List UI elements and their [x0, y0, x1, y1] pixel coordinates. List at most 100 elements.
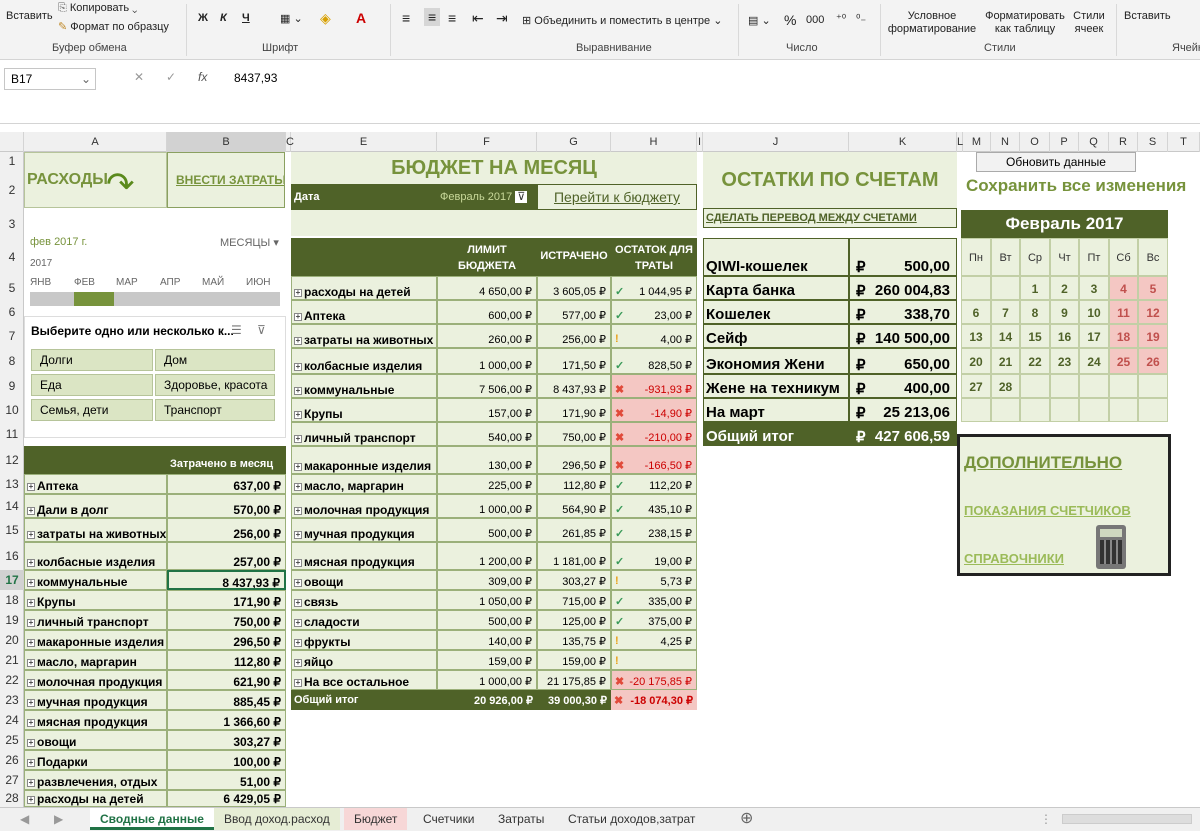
expense-row-name[interactable]: + расходы на детей [24, 790, 167, 807]
expense-row-value[interactable]: 8 437,93 ₽ [167, 570, 286, 590]
column-header[interactable]: Q [1079, 132, 1109, 152]
expense-row-name[interactable]: + развлечения, отдых [24, 770, 167, 790]
expand-icon[interactable]: + [27, 678, 35, 687]
account-name[interactable]: На март [703, 398, 849, 422]
expand-icon[interactable]: + [27, 530, 35, 539]
italic-button[interactable]: К [220, 12, 227, 24]
function-icon[interactable]: fx [198, 70, 207, 84]
scroll-ellipsis-icon[interactable]: ⋮ [1030, 808, 1062, 830]
row-header[interactable]: 9 [0, 374, 24, 398]
row-header[interactable]: 19 [0, 610, 24, 630]
row-header[interactable]: 24 [0, 710, 24, 730]
timeline-month[interactable]: ЯНВ [30, 277, 70, 288]
budget-row-name[interactable]: + молочная продукция [291, 494, 437, 518]
budget-row-name[interactable]: + На все остальное [291, 670, 437, 690]
account-name[interactable]: Карта банка [703, 276, 849, 300]
expense-row-name[interactable]: + коммунальные [24, 570, 167, 590]
add-expenses-link[interactable]: ВНЕСТИ ЗАТРАТЫ [167, 152, 285, 208]
fill-color-icon[interactable]: ◈ [320, 10, 331, 27]
expense-row-name[interactable]: + колбасные изделия [24, 542, 167, 570]
budget-row-name[interactable]: + коммунальные [291, 374, 437, 398]
column-header[interactable]: A [24, 132, 167, 152]
expense-row-value[interactable]: 570,00 ₽ [167, 494, 286, 518]
calendar-day[interactable]: 20 [961, 348, 991, 374]
align-center-icon[interactable]: ≡ [424, 8, 441, 26]
calendar-day[interactable]: 17 [1079, 324, 1109, 348]
expand-icon[interactable]: + [294, 618, 302, 627]
expand-icon[interactable]: + [27, 658, 35, 667]
paste-button[interactable]: Вставить [6, 10, 53, 22]
budget-row-name[interactable]: + колбасные изделия [291, 348, 437, 374]
expense-row-value[interactable]: 750,00 ₽ [167, 610, 286, 630]
column-header[interactable]: T [1168, 132, 1200, 152]
bold-button[interactable]: Ж [198, 12, 208, 24]
expand-icon[interactable]: + [27, 638, 35, 647]
thousands-button[interactable]: 000 [806, 14, 824, 26]
column-header[interactable]: H [611, 132, 697, 152]
align-left-icon[interactable]: ≡ [402, 10, 410, 26]
save-all-link[interactable]: Сохранить все изменения [966, 176, 1200, 198]
decimal-increase-icon[interactable]: ⁺⁰ [836, 12, 846, 25]
timeline-month[interactable]: АПР [160, 277, 200, 288]
expand-icon[interactable]: + [27, 598, 35, 607]
indent-decrease-icon[interactable]: ⇤ [472, 10, 484, 27]
calendar-day[interactable]: 16 [1050, 324, 1079, 348]
account-name[interactable]: Кошелек [703, 300, 849, 324]
row-header[interactable]: 7 [0, 324, 24, 348]
scroll-right-icon[interactable]: ▶ [44, 808, 73, 830]
row-header[interactable]: 25 [0, 730, 24, 750]
copy-button[interactable]: ⎘ Копировать ⌄ [58, 2, 137, 15]
row-header[interactable]: 22 [0, 670, 24, 690]
timeline-bar[interactable] [30, 292, 280, 306]
expand-icon[interactable]: + [294, 638, 302, 647]
expense-row-name[interactable]: + овощи [24, 730, 167, 750]
column-header[interactable]: O [1020, 132, 1050, 152]
row-header[interactable]: 21 [0, 650, 24, 670]
calendar-day[interactable] [1138, 398, 1168, 422]
filter-icon[interactable]: ⊽ [515, 191, 528, 203]
budget-row-name[interactable]: + Крупы [291, 398, 437, 422]
column-header[interactable]: E [291, 132, 437, 152]
row-header[interactable]: 12 [0, 446, 24, 474]
budget-row-name[interactable]: + сладости [291, 610, 437, 630]
expand-icon[interactable]: + [294, 506, 302, 515]
row-header[interactable]: 13 [0, 474, 24, 494]
calendar-day[interactable]: 18 [1109, 324, 1138, 348]
calendar-day[interactable]: 28 [991, 374, 1020, 398]
calendar-day[interactable]: 11 [1109, 300, 1138, 324]
calendar-day[interactable]: 8 [1020, 300, 1050, 324]
expense-row-value[interactable]: 112,80 ₽ [167, 650, 286, 670]
calendar-day[interactable] [1050, 398, 1079, 422]
row-header[interactable]: 26 [0, 750, 24, 770]
row-header[interactable]: 20 [0, 630, 24, 650]
calendar-day[interactable]: 9 [1050, 300, 1079, 324]
budget-row-name[interactable]: + расходы на детей [291, 276, 437, 300]
row-header[interactable]: 3 [0, 210, 24, 238]
calendar-day[interactable] [991, 398, 1020, 422]
expense-row-value[interactable]: 51,00 ₽ [167, 770, 286, 790]
date-filter[interactable]: Февраль 2017 ⊽ [437, 184, 537, 210]
sheet-tab[interactable]: Затраты [488, 808, 554, 830]
column-header[interactable]: S [1138, 132, 1168, 152]
expand-icon[interactable]: + [27, 506, 35, 515]
calendar-day[interactable] [991, 276, 1020, 300]
calendar-day[interactable] [1020, 398, 1050, 422]
calendar-day[interactable]: 12 [1138, 300, 1168, 324]
budget-row-name[interactable]: + яйцо [291, 650, 437, 670]
sheet-tab[interactable]: Статьи доходов,затрат [558, 808, 705, 830]
expense-row-value[interactable]: 885,45 ₽ [167, 690, 286, 710]
budget-row-name[interactable]: + затраты на животных [291, 324, 437, 348]
expense-row-value[interactable]: 171,90 ₽ [167, 590, 286, 610]
expand-icon[interactable]: + [27, 618, 35, 627]
calendar-day[interactable]: 25 [1109, 348, 1138, 374]
expand-icon[interactable]: + [294, 312, 302, 321]
calendar-day[interactable]: 23 [1050, 348, 1079, 374]
formula-input[interactable]: 8437,93 [234, 71, 277, 85]
borders-icon[interactable]: ▦ ⌄ [280, 12, 303, 25]
calendar-day[interactable]: 24 [1079, 348, 1109, 374]
expense-row-value[interactable]: 1 366,60 ₽ [167, 710, 286, 730]
align-right-icon[interactable]: ≡ [448, 10, 456, 26]
column-header[interactable]: N [991, 132, 1020, 152]
calendar-day[interactable]: 5 [1138, 276, 1168, 300]
expand-icon[interactable]: + [294, 658, 302, 667]
